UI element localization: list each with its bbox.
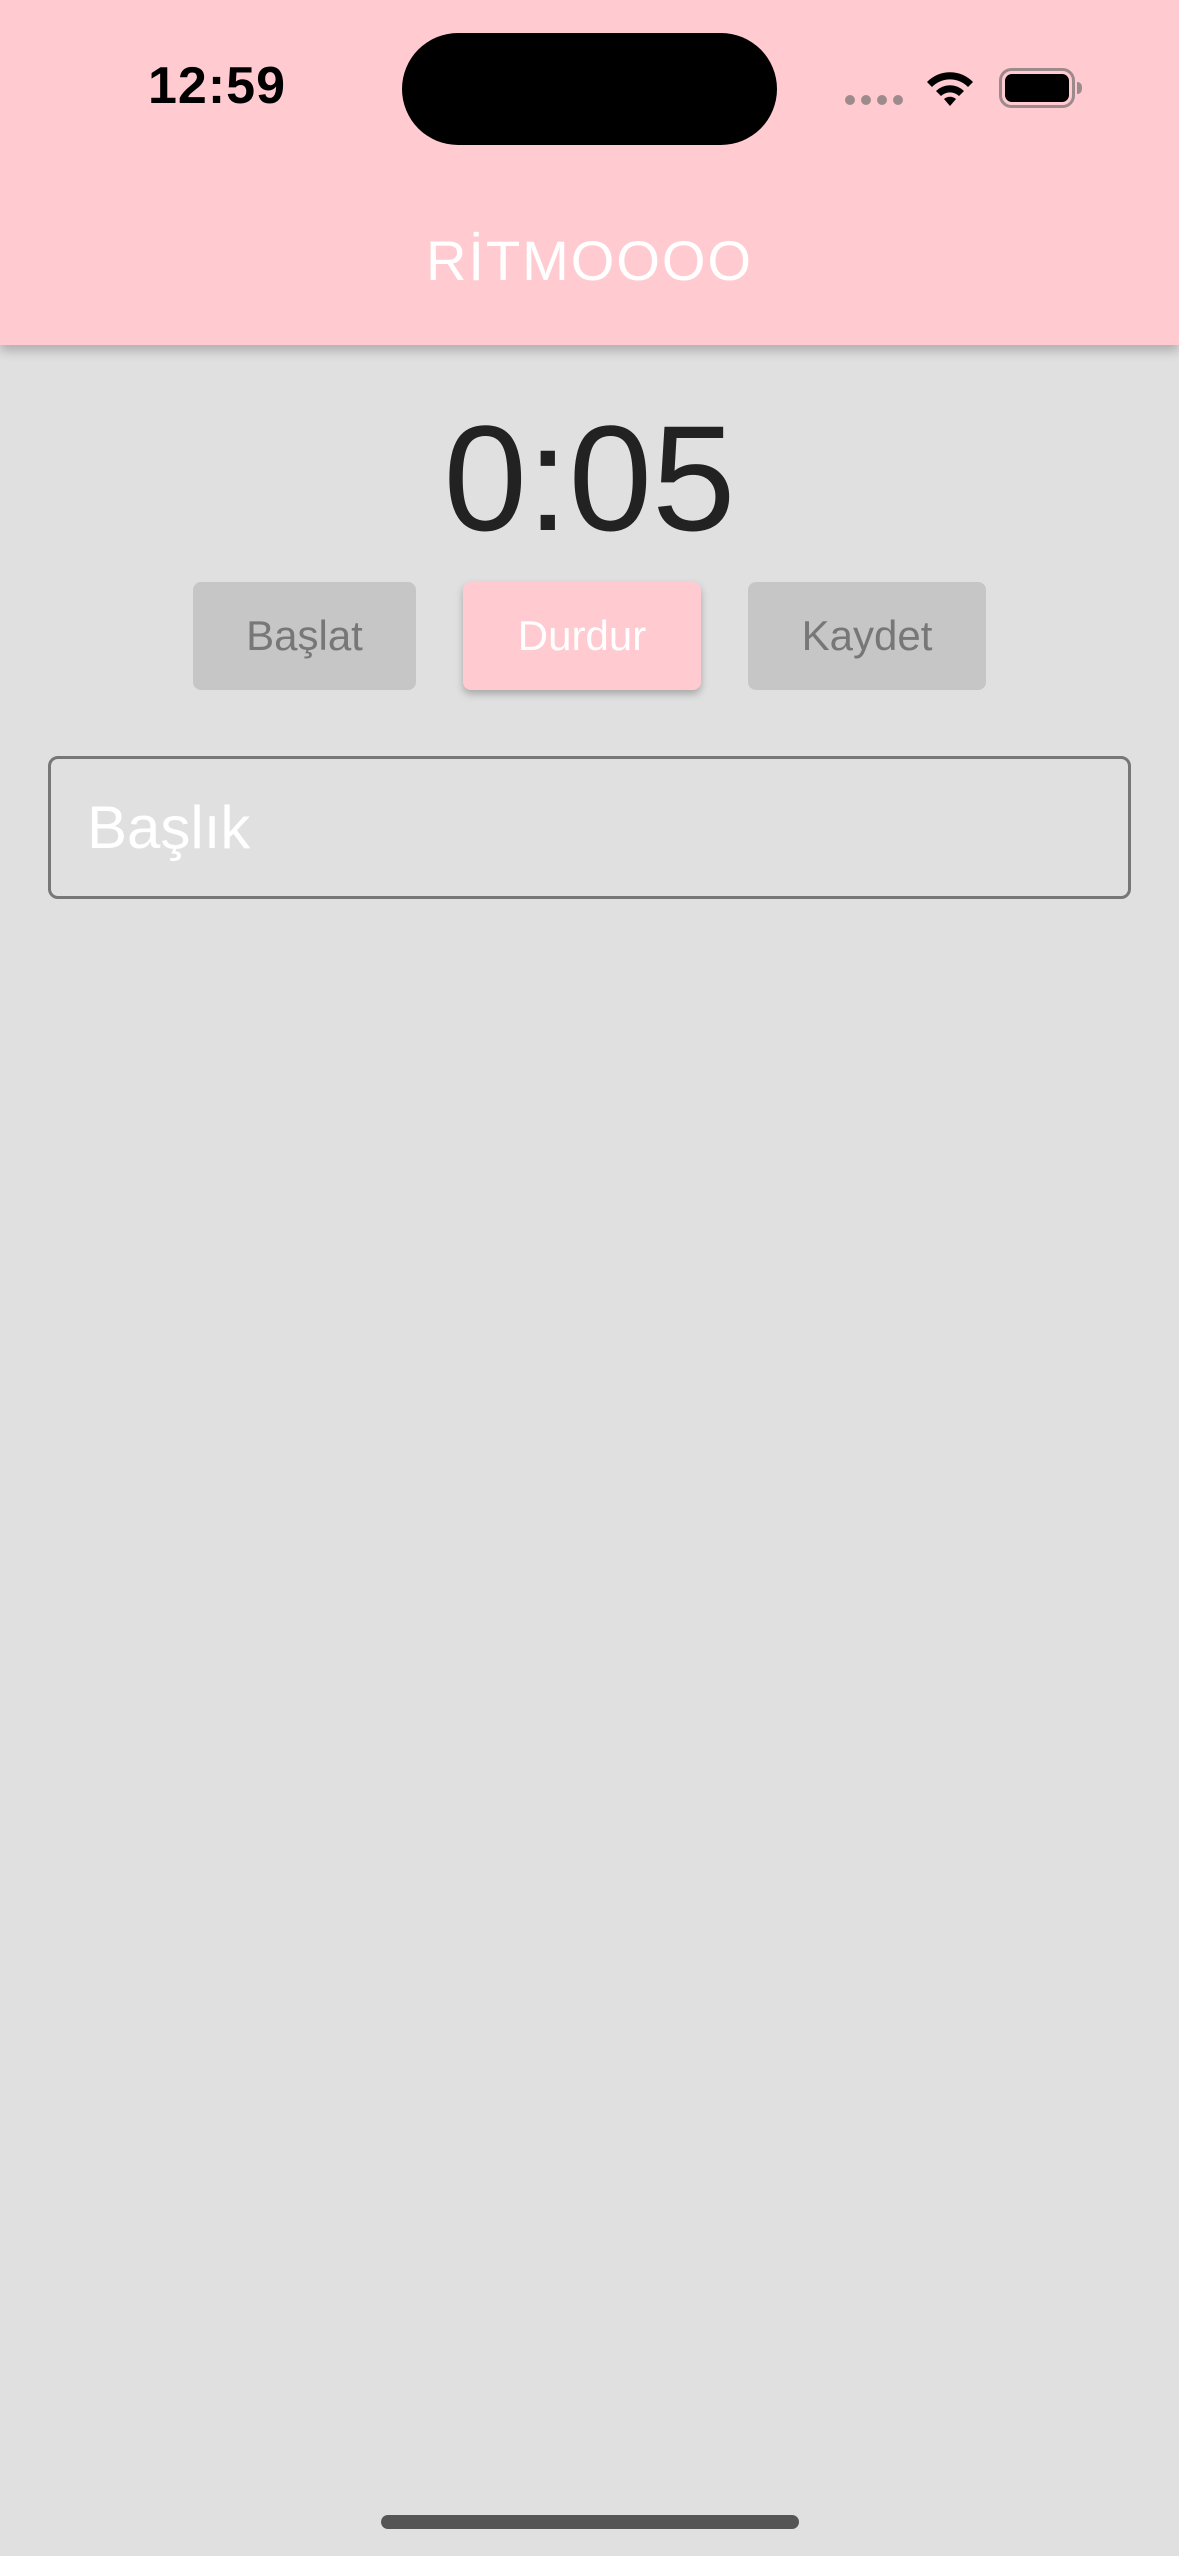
start-button[interactable]: Başlat [193, 582, 416, 690]
battery-icon [999, 68, 1082, 108]
timer-display: 0:05 [443, 394, 736, 562]
home-indicator[interactable] [381, 2515, 799, 2529]
signal-icon [845, 95, 903, 105]
wifi-icon [927, 72, 973, 106]
app-bar: 12:59 RİTMOOOO [0, 0, 1179, 345]
save-button[interactable]: Kaydet [748, 582, 986, 690]
status-time: 12:59 [148, 57, 286, 115]
stop-button[interactable]: Durdur [463, 582, 701, 690]
title-input[interactable] [48, 756, 1131, 899]
page-title: RİTMOOOO [425, 229, 754, 292]
dynamic-island [402, 33, 777, 145]
